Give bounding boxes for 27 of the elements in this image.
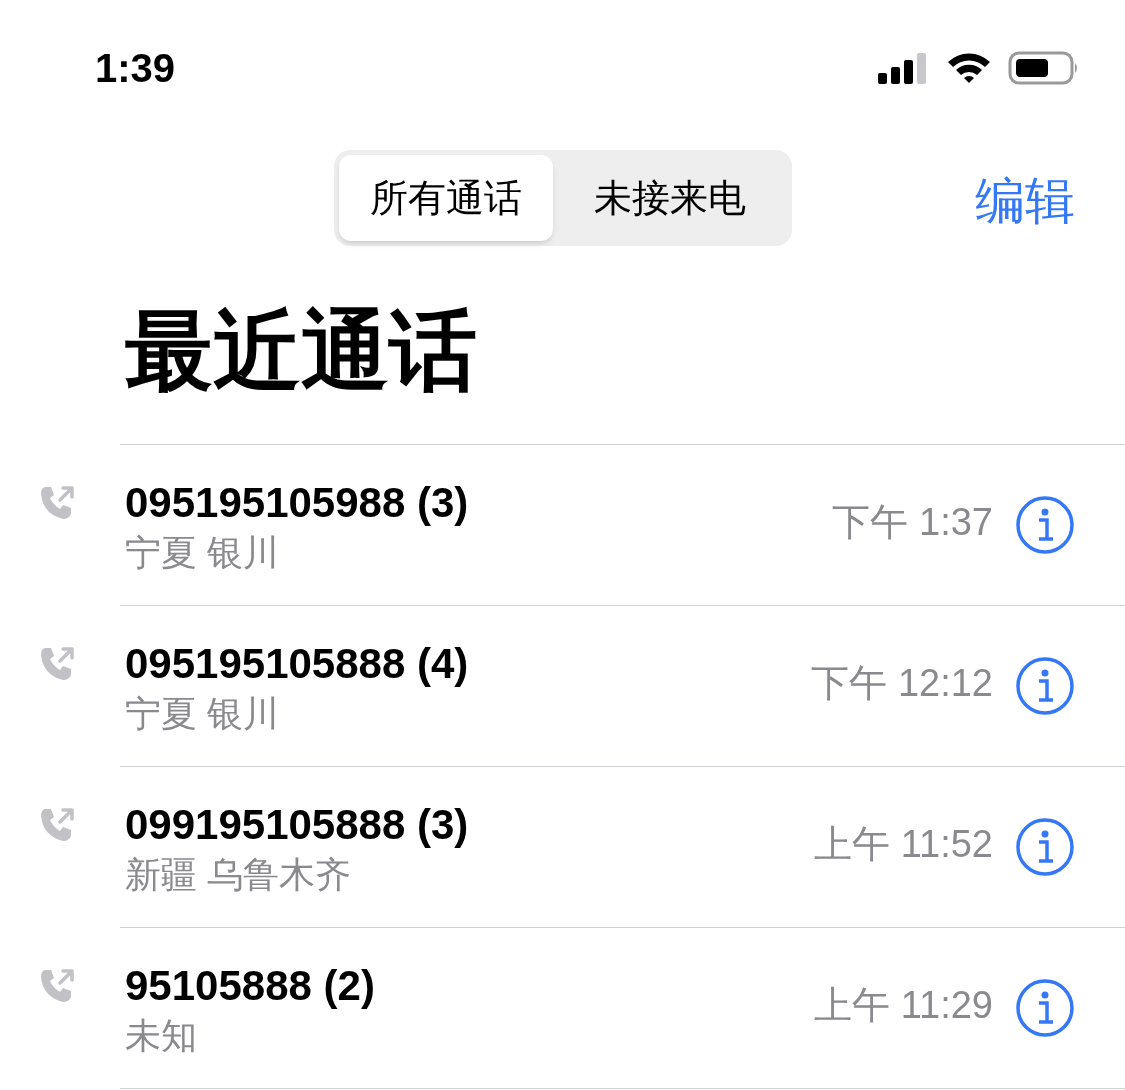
caller-number: 095195105888 (4) [125,638,470,689]
outgoing-call-icon [38,484,76,522]
caller-location: 宁夏 银川 [125,530,280,575]
page-title: 最近通话 [125,300,478,402]
outgoing-call-icon [38,806,76,844]
call-time: 上午 11:29 [814,983,993,1028]
caller-number: 095195105988 (3) [125,477,470,528]
caller-location: 未知 [125,1013,198,1058]
segment-tab[interactable]: 未接来电 [552,155,787,241]
call-time: 下午 1:37 [832,500,993,545]
status-time: 1:39 [95,45,176,92]
caller-number: 95105888 (2) [125,960,376,1011]
info-icon[interactable] [1015,816,1075,877]
call-time: 上午 11:52 [814,822,993,867]
caller-location: 宁夏 银川 [125,691,280,736]
outgoing-call-icon [38,645,76,683]
outgoing-call-icon [38,967,76,1005]
info-icon[interactable] [1015,977,1075,1038]
info-icon[interactable] [1015,655,1075,716]
caller-number: 099195105888 (3) [125,799,470,850]
edit-button[interactable]: 编辑 [975,164,1075,239]
call-time: 下午 12:12 [811,661,993,706]
wifi-icon [946,51,992,85]
segment-tab[interactable]: 所有通话 [338,155,553,241]
caller-location: 新疆 乌鲁木齐 [125,852,352,897]
info-icon[interactable] [1015,494,1075,555]
battery-icon [1008,51,1080,85]
